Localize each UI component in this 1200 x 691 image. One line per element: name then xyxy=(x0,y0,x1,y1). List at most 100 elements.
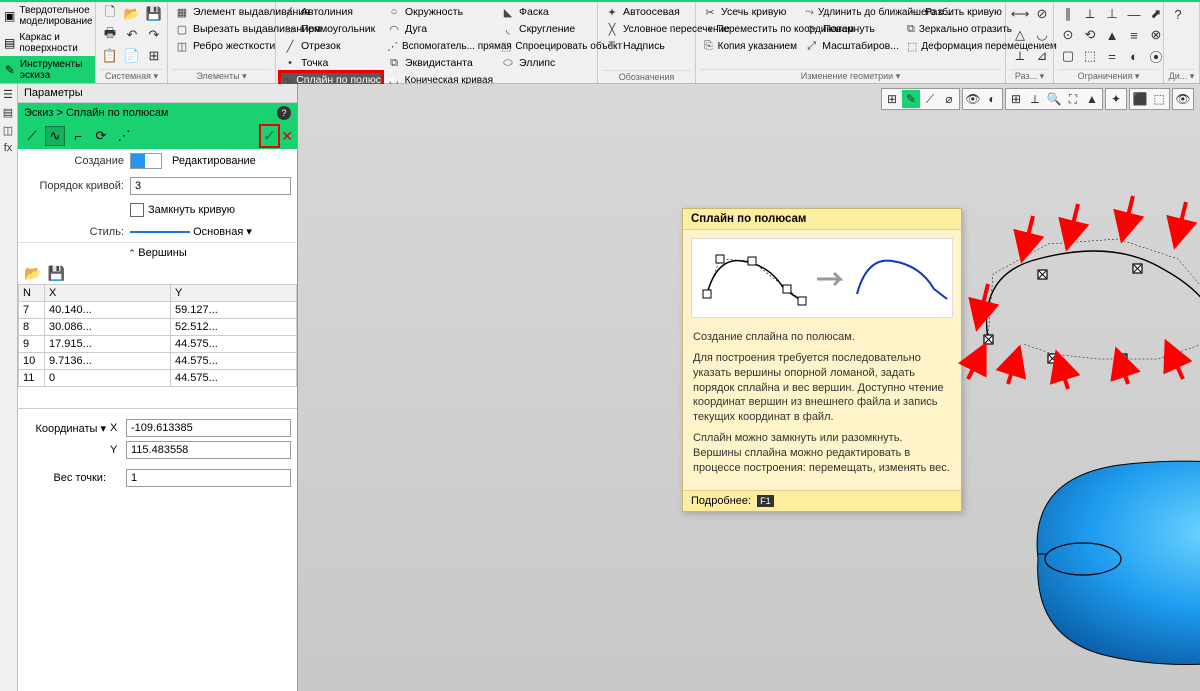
tab-solid-modeling[interactable]: ▣Твердотельное моделирование xyxy=(0,2,95,29)
c6-icon[interactable]: ⊙ xyxy=(1060,27,1076,43)
ct-3-icon[interactable]: ⟋ xyxy=(921,90,939,108)
fillet-button[interactable]: ◟Скругление xyxy=(498,21,598,37)
coord-x-input[interactable]: -109.613385 xyxy=(126,419,291,437)
props-icon[interactable]: ⊞ xyxy=(146,48,162,64)
layers-icon[interactable]: ◫ xyxy=(0,122,16,138)
ct-axis-icon[interactable]: ✦ xyxy=(1107,90,1125,108)
c11-icon[interactable]: ▢ xyxy=(1060,48,1076,64)
dim3-icon[interactable]: △ xyxy=(1012,27,1028,43)
style-select[interactable]: Основная ▾ xyxy=(130,225,291,238)
dim1-icon[interactable]: ⟷ xyxy=(1012,6,1028,22)
dim2-icon[interactable]: ⊘ xyxy=(1034,6,1050,22)
c7-icon[interactable]: ⟲ xyxy=(1082,27,1098,43)
paste-icon[interactable]: 📄 xyxy=(124,48,140,64)
c1-icon[interactable]: ∥ xyxy=(1060,6,1076,22)
ct-7-icon[interactable]: ▲ xyxy=(1083,90,1101,108)
c14-icon[interactable]: ◐ xyxy=(1126,48,1142,64)
order-input[interactable] xyxy=(130,177,291,195)
move-by-coords-button[interactable]: ⇢Переместить по координатам xyxy=(700,21,800,37)
segment-button[interactable]: ╱Отрезок xyxy=(280,38,382,54)
ct-5-icon[interactable]: ◐ xyxy=(983,90,1001,108)
offset-button[interactable]: ⧉Эквидистанта xyxy=(384,55,496,71)
tool-spline-icon[interactable]: ∿ xyxy=(45,126,65,146)
copy-pick-button[interactable]: ⎘Копия указанием xyxy=(700,38,800,54)
scale-button[interactable]: ⤢Масштабиров... xyxy=(802,38,902,54)
new-file-icon[interactable]: 🗋 xyxy=(102,6,118,22)
rotate-button[interactable]: ⟳Повернуть xyxy=(802,21,902,37)
table-row[interactable]: 830.086...52.512... xyxy=(19,319,297,336)
save-icon[interactable]: 💾 xyxy=(146,6,162,22)
c9-icon[interactable]: ≡ xyxy=(1126,27,1142,43)
table-row[interactable]: 917.915...44.575... xyxy=(19,336,297,353)
help-icon[interactable]: ? xyxy=(277,106,291,120)
vertices-section-header[interactable]: Вершины xyxy=(18,242,297,263)
dim6-icon[interactable]: ⊿ xyxy=(1034,48,1050,64)
canvas[interactable]: ⊞✎⟋⌀ 👁◐ ⊞⟂🔍⛶▲ ✦ ⬛⬚ 👁 Сплайн по полюсам С… xyxy=(298,84,1200,691)
ct-zoom-icon[interactable]: 🔍 xyxy=(1045,90,1063,108)
tree-icon[interactable]: ☰ xyxy=(0,86,16,102)
open-file-icon-2[interactable]: 📂 xyxy=(24,265,41,282)
c5-icon[interactable]: ⬈ xyxy=(1148,6,1164,22)
table-row[interactable]: 740.140...59.127... xyxy=(19,302,297,319)
tab-sketch-tools[interactable]: ✎Инструменты эскиза xyxy=(0,56,95,83)
ct-eye2-icon[interactable]: 👁 xyxy=(1174,90,1192,108)
dim4-icon[interactable]: ◡ xyxy=(1034,27,1050,43)
c4-icon[interactable]: — xyxy=(1126,6,1142,22)
creation-toggle[interactable] xyxy=(130,153,162,169)
dim5-icon[interactable]: ⟂ xyxy=(1012,48,1028,64)
circle-button[interactable]: ○Окружность xyxy=(384,4,496,20)
c2-icon[interactable]: ⟂ xyxy=(1082,6,1098,22)
extend-button[interactable]: ⤳Удлинить до ближайшего о... xyxy=(802,4,902,20)
ellipse-button[interactable]: ⬭Эллипс xyxy=(498,55,598,71)
ct-fit-icon[interactable]: ⛶ xyxy=(1064,90,1082,108)
c8-icon[interactable]: ▲ xyxy=(1104,27,1120,43)
ct-grid-icon[interactable]: ⊞ xyxy=(1007,90,1025,108)
deform-button[interactable]: ⬚Деформация перемещением xyxy=(904,38,1008,54)
tab-wireframe-surfaces[interactable]: ▤Каркас и поверхности xyxy=(0,29,95,56)
close-curve-checkbox[interactable] xyxy=(130,203,144,217)
print-icon[interactable]: 🖶 xyxy=(102,27,118,43)
ct-4-icon[interactable]: ⌀ xyxy=(940,90,958,108)
save-icon-2[interactable]: 💾 xyxy=(47,265,64,282)
c12-icon[interactable]: ⬚ xyxy=(1082,48,1098,64)
ct-wire-icon[interactable]: ⬚ xyxy=(1150,90,1168,108)
tool-1-icon[interactable]: ⟋ xyxy=(22,126,42,146)
autoline-button[interactable]: 〳Автолиния xyxy=(280,4,382,20)
table-row[interactable]: 11044.575... xyxy=(19,370,297,387)
aux-line-icon: ⋰ xyxy=(387,39,398,53)
confirm-icon[interactable]: ✓ xyxy=(261,126,278,146)
ct-6-icon[interactable]: ⟂ xyxy=(1026,90,1044,108)
ct-cube-icon[interactable]: ⬛ xyxy=(1131,90,1149,108)
copy-icon[interactable]: 📋 xyxy=(102,48,118,64)
coord-y-input[interactable]: 115.483558 xyxy=(126,441,291,459)
vars-icon[interactable]: fx xyxy=(0,140,16,156)
mirror-button[interactable]: ⧉Зеркально отразить xyxy=(904,21,1008,37)
chamfer-button[interactable]: ◣Фаска xyxy=(498,4,598,20)
tool-3-icon[interactable]: ⌐ xyxy=(68,126,88,146)
trim-button[interactable]: ✂Усечь кривую xyxy=(700,4,800,20)
tool-5-icon[interactable]: ⋰ xyxy=(114,126,134,146)
c3-icon[interactable]: ⊥ xyxy=(1104,6,1120,22)
ct-eye-icon[interactable]: 👁 xyxy=(964,90,982,108)
rectangle-button[interactable]: ▭Прямоугольник xyxy=(280,21,382,37)
c13-icon[interactable]: = xyxy=(1104,48,1120,64)
tool-4-icon[interactable]: ⟳ xyxy=(91,126,111,146)
col-n: N xyxy=(19,285,45,302)
c10-icon[interactable]: ⊗ xyxy=(1148,27,1164,43)
redo-icon[interactable]: ↷ xyxy=(146,27,162,43)
arc-button[interactable]: ◠Дуга xyxy=(384,21,496,37)
table-row[interactable]: 109.7136...44.575... xyxy=(19,353,297,370)
aux-line-button[interactable]: ⋰Вспомогатель... прямая xyxy=(384,38,496,54)
open-file-icon[interactable]: 📂 xyxy=(124,6,140,22)
split-button[interactable]: ╌Разбить кривую xyxy=(904,4,1008,20)
ct-1-icon[interactable]: ⊞ xyxy=(883,90,901,108)
point-button[interactable]: •Точка xyxy=(280,55,382,71)
undo-icon[interactable]: ↶ xyxy=(124,27,140,43)
cancel-icon[interactable]: ✕ xyxy=(281,128,293,145)
weight-input[interactable]: 1 xyxy=(126,469,291,487)
d1-icon[interactable]: ? xyxy=(1170,6,1186,22)
c15-icon[interactable]: ⦿ xyxy=(1148,48,1164,64)
params-icon[interactable]: ▤ xyxy=(0,104,16,120)
ct-sketch-icon[interactable]: ✎ xyxy=(902,90,920,108)
project-object-button[interactable]: ⬚Спроецировать объект xyxy=(498,38,598,54)
